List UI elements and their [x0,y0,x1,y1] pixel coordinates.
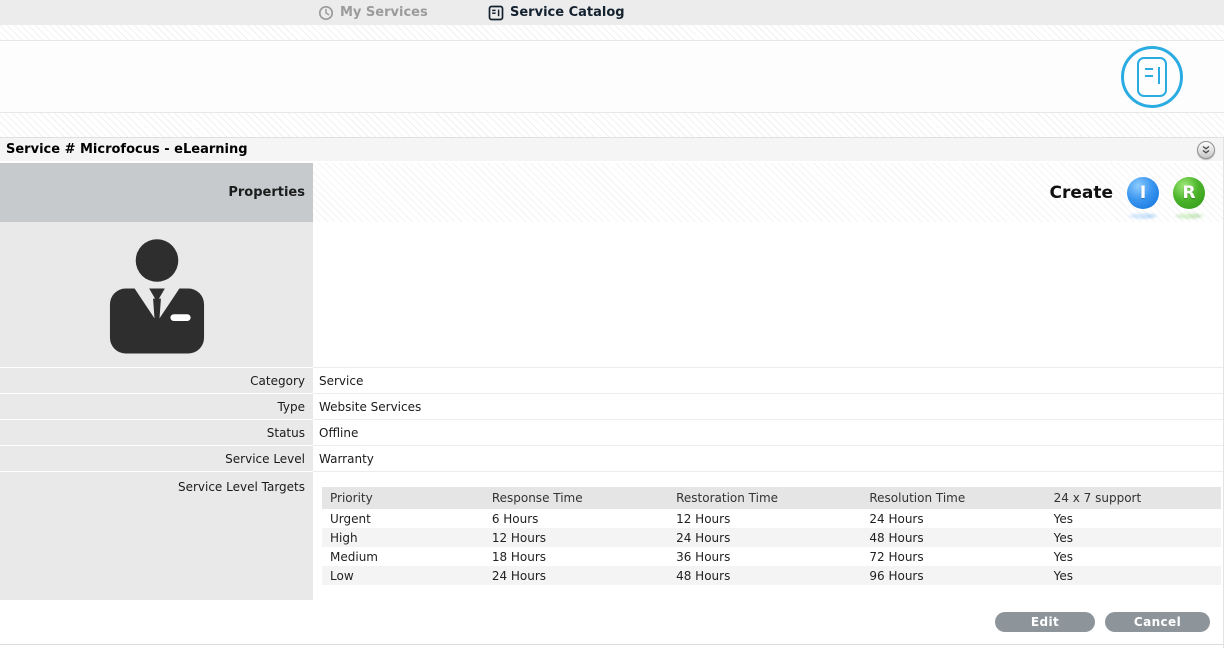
cell: 12 Hours [668,509,861,528]
cell: Yes [1046,509,1221,528]
avatar-cell [0,222,313,368]
column-header: 24 x 7 support [1046,487,1221,509]
list-document-icon [488,5,504,21]
field-value: Website Services [313,394,1223,420]
cell: Yes [1046,528,1221,547]
field-row-type: Type Website Services [0,394,1223,420]
tab-service-catalog[interactable]: Service Catalog [488,0,625,25]
cell: 36 Hours [668,547,861,566]
create-label: Create [1049,183,1113,203]
column-header: Restoration Time [668,487,861,509]
properties-header-row: Properties Create I R [0,163,1223,222]
properties-tab-label: Properties [0,163,313,222]
tab-my-services-label: My Services [340,5,428,20]
table-row: Low 24 Hours 48 Hours 96 Hours Yes [322,566,1221,585]
sla-targets-table: Priority Response Time Restoration Time … [322,487,1221,585]
targets-label: Service Level Targets [0,472,313,600]
field-value: Warranty [313,446,1223,472]
column-header: Resolution Time [861,487,1045,509]
banner-panel [0,40,1224,113]
field-row-category: Category Service [0,368,1223,394]
table-row: Medium 18 Hours 36 Hours 72 Hours Yes [322,547,1221,566]
bottom-divider [0,644,1223,648]
hatched-divider-middle [0,113,1224,137]
collapse-section-button[interactable] [1197,141,1215,159]
cell: Yes [1046,566,1221,585]
cell: 48 Hours [861,528,1045,547]
create-actions-area: Create I R [313,163,1223,222]
field-value: Offline [313,420,1223,446]
cell: 6 Hours [484,509,668,528]
cell: 96 Hours [861,566,1045,585]
double-chevron-down-icon [1201,145,1211,155]
targets-table-area: Priority Response Time Restoration Time … [313,472,1223,600]
create-request-button[interactable]: R [1173,177,1205,209]
field-label: Type [0,394,313,420]
edit-button[interactable]: Edit [995,612,1095,632]
cell: 18 Hours [484,547,668,566]
avatar-row [0,222,1223,368]
column-header: Response Time [484,487,668,509]
field-value: Service [313,368,1223,394]
service-detail-section: Service # Microfocus - eLearning Propert… [0,137,1224,648]
cell: 24 Hours [484,566,668,585]
sla-header-row: Priority Response Time Restoration Time … [322,487,1221,509]
cell: Urgent [322,509,484,528]
table-row: Urgent 6 Hours 12 Hours 24 Hours Yes [322,509,1221,528]
field-label: Service Level [0,446,313,472]
tab-my-services[interactable]: My Services [318,0,428,25]
top-tab-bar: My Services Service Catalog [0,0,1224,25]
cell: 24 Hours [861,509,1045,528]
service-level-targets-row: Service Level Targets Priority Response … [0,472,1223,600]
table-row: High 12 Hours 24 Hours 48 Hours Yes [322,528,1221,547]
cell: Yes [1046,547,1221,566]
section-title: Service # Microfocus - eLearning [6,142,248,157]
business-person-icon [101,232,213,357]
create-incident-button[interactable]: I [1127,177,1159,209]
field-row-service-level: Service Level Warranty [0,446,1223,472]
service-catalog-circle-icon [1121,46,1183,108]
hatched-divider-top [0,25,1224,40]
cell: Low [322,566,484,585]
field-label: Status [0,420,313,446]
clock-icon [318,5,334,21]
field-label: Category [0,368,313,394]
cell: 24 Hours [668,528,861,547]
cell: High [322,528,484,547]
cell: 12 Hours [484,528,668,547]
cell: Medium [322,547,484,566]
cancel-button[interactable]: Cancel [1105,612,1210,632]
tab-service-catalog-label: Service Catalog [510,5,625,20]
avatar-row-spacer [313,222,1223,368]
section-header: Service # Microfocus - eLearning [0,137,1223,161]
field-row-status: Status Offline [0,420,1223,446]
cell: 72 Hours [861,547,1045,566]
action-button-bar: Edit Cancel [0,600,1223,644]
cell: 48 Hours [668,566,861,585]
column-header: Priority [322,487,484,509]
